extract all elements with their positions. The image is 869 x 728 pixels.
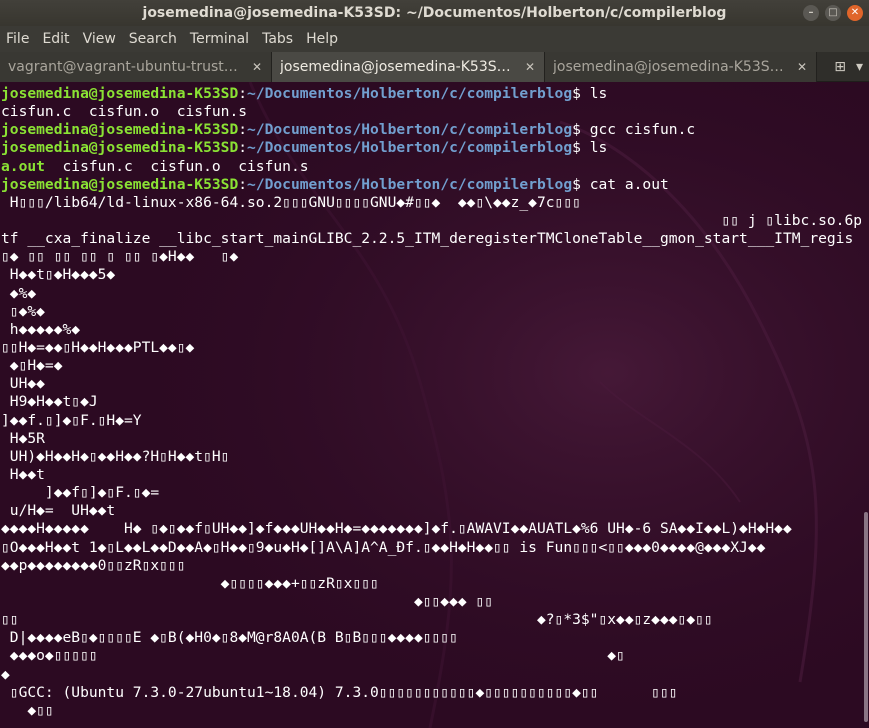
- prompt-user: josemedina@josemedina-K53SD: [1, 85, 239, 102]
- menu-file[interactable]: File: [6, 31, 29, 47]
- tab-josemedina-active[interactable]: josemedina@josemedina-K53SD... ✕: [272, 52, 545, 82]
- tab-label: josemedina@josemedina-K53SD...: [553, 59, 788, 75]
- prompt-path: ~/Documentos/Holberton/c/compilerblog: [247, 121, 573, 139]
- prompt-user: josemedina@josemedina-K53SD: [1, 175, 239, 193]
- command-text: ls: [589, 139, 608, 157]
- binary-line: ◆▯▯: [1, 701, 54, 719]
- binary-line: ◆: [1, 665, 10, 683]
- binary-line: ▯◆ ▯▯ ▯▯ ▯▯ ▯ ▯▯ ▯◆H◆◆ ▯◆: [1, 248, 239, 266]
- terminal-window: josemedina@josemedina-K53SD: ~/Documento…: [0, 0, 869, 728]
- file-list: cisfun.c cisfun.o cisfun.s: [44, 157, 309, 175]
- prompt-path: ~/Documentos/Holberton/c/compilerblog: [247, 175, 573, 193]
- tab-label: josemedina@josemedina-K53SD...: [280, 59, 516, 75]
- binary-line: ◆%◆: [1, 284, 37, 302]
- command-text: ls: [589, 85, 608, 102]
- tab-vagrant[interactable]: vagrant@vagrant-ubuntu-trusty-... ✕: [0, 52, 272, 82]
- binary-line: ◆▯▯◆◆◆ ▯▯: [1, 592, 494, 610]
- title-bar[interactable]: josemedina@josemedina-K53SD: ~/Documento…: [0, 0, 869, 26]
- menu-edit[interactable]: Edit: [42, 31, 69, 47]
- tab-bar: vagrant@vagrant-ubuntu-trusty-... ✕ jose…: [0, 52, 869, 82]
- output-line: cisfun.c cisfun.o cisfun.s: [1, 103, 248, 121]
- binary-line: ◆▯▯▯▯◆◆◆+▯▯zR▯x▯▯▯: [1, 574, 379, 592]
- maximize-button[interactable]: □: [825, 5, 841, 21]
- binary-line: ▯GCC: (Ubuntu 7.3.0-27ubuntu1~18.04) 7.3…: [1, 683, 678, 701]
- binary-line: ◆◆p◆◆◆◆◆◆◆◆0▯▯zR▯x▯▯▯: [1, 556, 186, 574]
- menu-help[interactable]: Help: [306, 31, 338, 47]
- binary-line: D|◆◆◆◆eB▯◆▯▯▯▯E ◆▯B(◆H0◆▯8◆M@r8A0A(B B▯B…: [1, 629, 458, 647]
- terminal-output: josemedina@josemedina-K53SD:~/Documentos…: [1, 85, 861, 720]
- menu-tabs[interactable]: Tabs: [262, 31, 293, 47]
- binary-line: ▯▯ j ▯libc.so.6prin: [1, 211, 861, 229]
- binary-line: H◆5R: [1, 429, 45, 447]
- executable-file: a.out: [1, 157, 45, 175]
- scrollbar[interactable]: [863, 82, 869, 728]
- binary-line: H▯▯▯/lib64/ld-linux-x86-64.so.2▯▯▯GNU▯▯▯…: [1, 193, 581, 211]
- binary-line: UH)◆H◆◆H◆▯◆◆H◆◆?H▯H◆◆t▯H▯: [1, 447, 230, 465]
- minimize-button[interactable]: –: [803, 5, 819, 21]
- close-button[interactable]: ✕: [847, 5, 863, 21]
- command-text: gcc cisfun.c: [589, 121, 696, 139]
- binary-line: u/H◆= UH◆◆t: [1, 502, 116, 520]
- binary-line: ]◆◆f▯]◆▯F.▯◆=: [1, 484, 160, 502]
- window-title: josemedina@josemedina-K53SD: ~/Documento…: [142, 5, 727, 21]
- prompt-line: josemedina@josemedina-K53SD:~/Documentos…: [1, 121, 696, 139]
- binary-line: ▯▯ ◆?▯*3$"▯x◆◆▯z◆◆◆▯◆▯▯: [1, 611, 713, 629]
- menu-search[interactable]: Search: [129, 31, 177, 47]
- tab-menu-chevron-icon[interactable]: ▾: [856, 59, 863, 75]
- prompt-user: josemedina@josemedina-K53SD: [1, 121, 239, 139]
- binary-line: H9◆H◆◆t▯◆J: [1, 393, 98, 411]
- prompt-path: ~/Documentos/Holberton/c/compilerblog: [247, 85, 573, 102]
- menu-bar: File Edit View Search Terminal Tabs Help: [0, 26, 869, 52]
- binary-line: h◆◆◆◆◆%◆: [1, 320, 81, 338]
- binary-line: tf __cxa_finalize __libc_start_mainGLIBC…: [1, 230, 854, 248]
- binary-line: ▯O◆◆◆H◆◆t 1◆▯L◆◆L◆◆D◆◆A◆▯H◆◆▯9◆u◆H◆[]A\A…: [1, 538, 766, 556]
- binary-line: ]◆◆f.▯]◆▯F.▯H◆=Y: [1, 411, 142, 429]
- window-controls: – □ ✕: [803, 5, 863, 21]
- menu-view[interactable]: View: [83, 31, 116, 47]
- binary-line: ▯▯H◆=◆◆▯H◆◆H◆◆◆PTL◆◆▯◆: [1, 338, 195, 356]
- menu-terminal[interactable]: Terminal: [190, 31, 249, 47]
- terminal-area[interactable]: josemedina@josemedina-K53SD:~/Documentos…: [0, 82, 869, 728]
- prompt-line: josemedina@josemedina-K53SD:~/Documentos…: [1, 139, 608, 157]
- prompt-line: josemedina@josemedina-K53SD:~/Documentos…: [1, 85, 608, 102]
- command-text: cat a.out: [589, 175, 669, 193]
- binary-line: H◆◆t: [1, 465, 45, 483]
- prompt-line: josemedina@josemedina-K53SD:~/Documentos…: [1, 175, 669, 193]
- tab-close-icon[interactable]: ✕: [795, 60, 809, 74]
- tab-josemedina-2[interactable]: josemedina@josemedina-K53SD... ✕: [545, 52, 817, 82]
- tab-label: vagrant@vagrant-ubuntu-trusty-...: [8, 59, 243, 75]
- tab-close-icon[interactable]: ✕: [250, 60, 264, 74]
- prompt-path: ~/Documentos/Holberton/c/compilerblog: [247, 139, 573, 157]
- new-tab-icon[interactable]: ⊞: [834, 59, 846, 75]
- binary-line: ◆◆◆◆H◆◆◆◆◆ H◆ ▯◆▯◆◆f▯UH◆◆]◆f◆◆◆UH◆◆H◆=◆◆…: [1, 520, 792, 538]
- scrollbar-thumb[interactable]: [864, 512, 868, 722]
- tab-tools: ⊞ ▾: [817, 52, 869, 81]
- prompt-user: josemedina@josemedina-K53SD: [1, 139, 239, 157]
- binary-line: ▯◆%◆: [1, 302, 45, 320]
- binary-line: UH◆◆: [1, 375, 45, 393]
- binary-line: ◆▯H◆=◆: [1, 357, 63, 375]
- tab-close-icon[interactable]: ✕: [523, 60, 537, 74]
- binary-line: ◆◆◆o◆▯▯▯▯▯ ◆▯: [1, 647, 625, 665]
- binary-line: H◆◆t▯◆H◆◆◆5◆: [1, 266, 116, 284]
- output-line: a.out cisfun.c cisfun.o cisfun.s: [1, 158, 861, 176]
- binary-dump: H▯▯▯/lib64/ld-linux-x86-64.so.2▯▯▯GNU▯▯▯…: [1, 194, 861, 720]
